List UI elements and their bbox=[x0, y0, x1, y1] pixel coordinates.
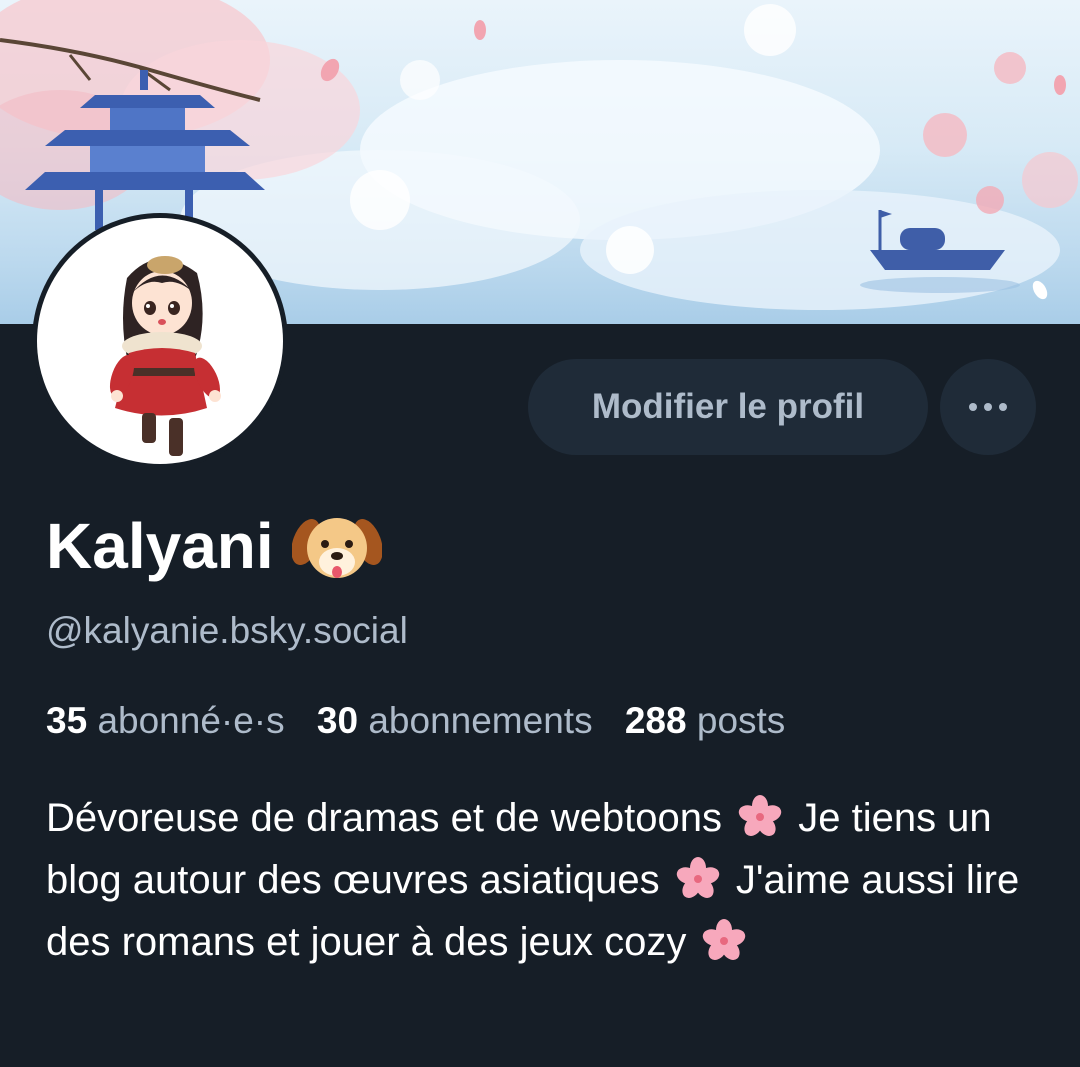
dog-face-emoji bbox=[291, 518, 382, 578]
profile-bio: Dévoreuse de dramas et de webtoons Je ti… bbox=[46, 787, 1046, 973]
posts-count: 288 bbox=[624, 700, 687, 741]
more-dots-icon bbox=[969, 403, 1007, 411]
followers-stat[interactable]: 35 abonné·e·s bbox=[46, 700, 295, 741]
cherry-blossom-icon bbox=[703, 919, 746, 960]
followers-label: abonné·e·s bbox=[97, 700, 285, 741]
display-name-row: Kalyani bbox=[46, 506, 382, 586]
following-label: abonnements bbox=[368, 700, 593, 741]
posts-label: posts bbox=[696, 700, 786, 741]
followers-count: 35 bbox=[46, 700, 88, 741]
profile-handle: @kalyanie.bsky.social bbox=[46, 610, 408, 651]
following-stat[interactable]: 30 abonnements bbox=[317, 700, 603, 741]
cherry-blossom-icon bbox=[676, 857, 720, 898]
profile-stats: 35 abonné·e·s 30 abonnements 288 posts bbox=[46, 696, 807, 746]
posts-stat: 288 posts bbox=[625, 700, 785, 741]
chibi-girl-illustration bbox=[109, 256, 221, 456]
more-options-button[interactable] bbox=[940, 359, 1036, 455]
display-name: Kalyani bbox=[46, 510, 274, 582]
edit-profile-button[interactable]: Modifier le profil bbox=[528, 359, 928, 455]
profile-avatar[interactable] bbox=[32, 213, 288, 469]
cherry-blossom-icon bbox=[738, 795, 782, 836]
following-count: 30 bbox=[316, 700, 359, 741]
avatar-image bbox=[37, 218, 283, 464]
bio-text-1: Dévoreuse de dramas et de webtoons bbox=[46, 796, 722, 840]
